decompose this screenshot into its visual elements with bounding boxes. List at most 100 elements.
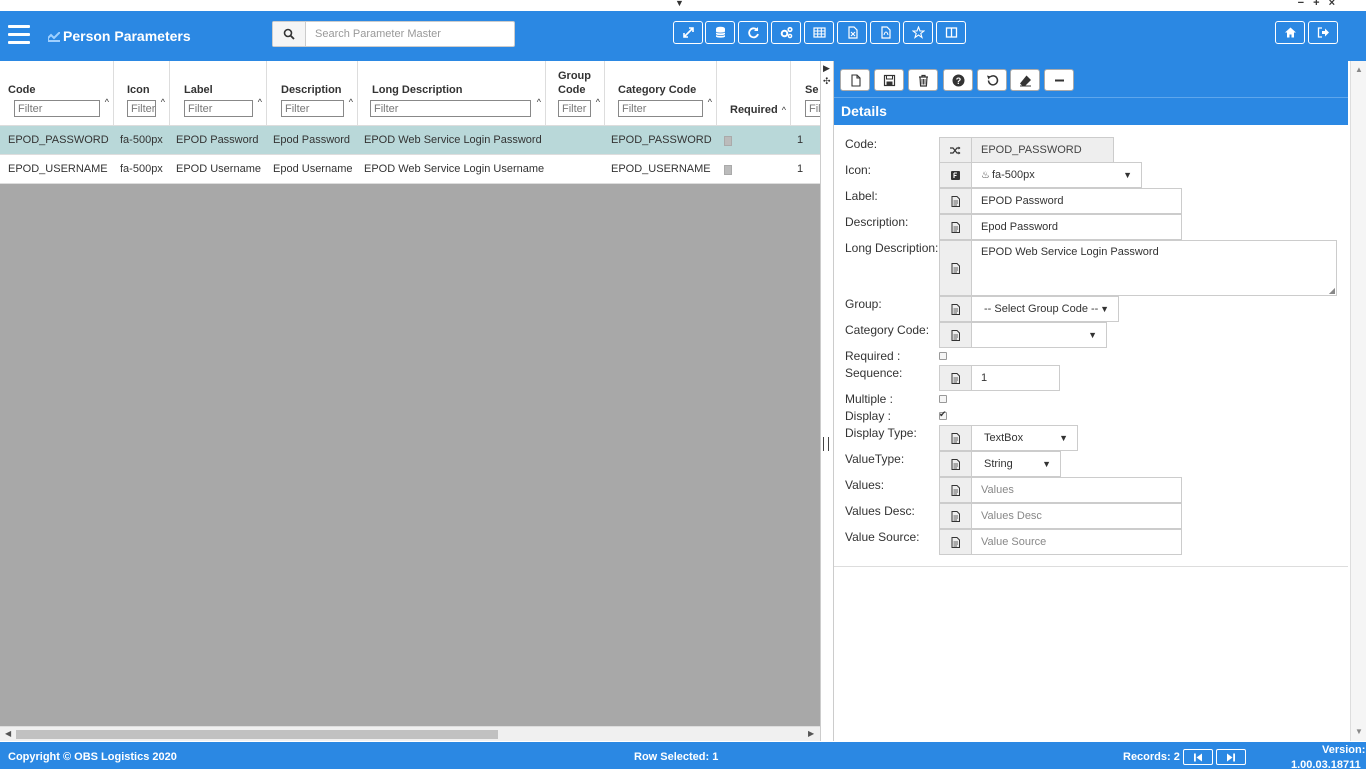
long-description-textarea[interactable]: EPOD Web Service Login Password ◢ bbox=[972, 240, 1337, 296]
filter-label[interactable] bbox=[184, 100, 253, 117]
sort-icon[interactable]: ^ bbox=[105, 97, 109, 107]
value-type-value: String bbox=[984, 458, 1013, 470]
category-code-select[interactable]: ▼ bbox=[972, 322, 1107, 348]
table-row[interactable]: EPOD_PASSWORD fa-500px EPOD Password Epo… bbox=[0, 126, 820, 155]
scroll-up-icon[interactable]: ▲ bbox=[1355, 65, 1363, 74]
column-code[interactable]: Code ^ bbox=[0, 61, 114, 126]
pin-icon[interactable]: ✣ bbox=[823, 76, 831, 87]
value-type-select[interactable]: String ▼ bbox=[972, 451, 1061, 477]
column-icon[interactable]: Icon ^ bbox=[114, 61, 170, 126]
values-input[interactable]: Values bbox=[972, 477, 1182, 503]
table-row[interactable]: EPOD_USERNAME fa-500px EPOD Username Epo… bbox=[0, 155, 820, 184]
sort-icon[interactable]: ^ bbox=[349, 97, 353, 107]
sort-icon[interactable]: ^ bbox=[596, 97, 600, 107]
filter-icon[interactable] bbox=[127, 100, 156, 117]
values-field: Values bbox=[939, 477, 1182, 503]
status-bar: Copyright © OBS Logistics 2020 Row Selec… bbox=[0, 742, 1366, 771]
group-select[interactable]: -- Select Group Code -- ▼ bbox=[972, 296, 1119, 322]
multiple-checkbox[interactable] bbox=[939, 395, 947, 403]
filter-long-description[interactable] bbox=[370, 100, 531, 117]
column-description[interactable]: Description ^ bbox=[267, 61, 358, 126]
scroll-down-icon[interactable]: ▼ bbox=[1355, 727, 1363, 736]
search-icon[interactable] bbox=[273, 22, 306, 46]
cell-required-checkbox[interactable] bbox=[724, 165, 732, 175]
scroll-right-icon[interactable]: ▶ bbox=[808, 729, 814, 738]
sort-icon[interactable]: ^ bbox=[161, 97, 165, 107]
column-required[interactable]: Required ^ bbox=[717, 61, 791, 126]
label-field: EPOD Password bbox=[939, 188, 1182, 214]
new-icon[interactable] bbox=[840, 69, 870, 91]
icon-select[interactable]: ♨ fa-500px ▼ bbox=[972, 162, 1142, 188]
value-source-label: Value Source: bbox=[845, 530, 920, 544]
window-controls[interactable]: − + × bbox=[1298, 0, 1338, 9]
column-group-code[interactable]: Group Code ^ bbox=[546, 61, 605, 126]
column-category-code[interactable]: Category Code ^ bbox=[605, 61, 717, 126]
file-export-icon[interactable] bbox=[837, 21, 867, 44]
shuffle-icon[interactable] bbox=[939, 137, 972, 163]
horizontal-scrollbar[interactable]: ◀ ▶ bbox=[0, 726, 820, 741]
menu-icon[interactable] bbox=[8, 25, 30, 45]
filter-category-code[interactable] bbox=[618, 100, 703, 117]
delete-icon[interactable] bbox=[908, 69, 938, 91]
star-icon[interactable] bbox=[903, 21, 933, 44]
filter-sequence[interactable] bbox=[805, 100, 820, 117]
save-icon[interactable] bbox=[874, 69, 904, 91]
home-icon[interactable] bbox=[1275, 21, 1305, 44]
description-input[interactable]: Epod Password bbox=[972, 214, 1182, 240]
columns-icon[interactable] bbox=[936, 21, 966, 44]
value-source-input[interactable]: Value Source bbox=[972, 529, 1182, 555]
long-description-field: EPOD Web Service Login Password ◢ bbox=[939, 240, 1337, 296]
label-input[interactable]: EPOD Password bbox=[972, 188, 1182, 214]
values-desc-input[interactable]: Values Desc bbox=[972, 503, 1182, 529]
column-sequence[interactable]: Se bbox=[791, 61, 820, 126]
sequence-input[interactable]: 1 bbox=[972, 365, 1060, 391]
expand-icon[interactable] bbox=[673, 21, 703, 44]
version-label: Version: bbox=[1322, 744, 1366, 756]
drag-handle[interactable] bbox=[823, 437, 829, 451]
cell-label: EPOD Username bbox=[176, 163, 261, 175]
cogs-icon[interactable] bbox=[771, 21, 801, 44]
file-pdf-icon[interactable] bbox=[870, 21, 900, 44]
sort-icon[interactable]: ^ bbox=[708, 97, 712, 107]
column-long-description[interactable]: Long Description ^ bbox=[358, 61, 546, 126]
required-checkbox[interactable] bbox=[939, 352, 947, 360]
column-title-description: Description bbox=[281, 84, 342, 96]
panel-splitter[interactable]: ▶ ✣ bbox=[820, 61, 834, 741]
logout-icon[interactable] bbox=[1308, 21, 1338, 44]
vertical-scrollbar[interactable]: ▲ ▼ bbox=[1350, 61, 1366, 741]
table-icon[interactable] bbox=[804, 21, 834, 44]
collapse-icon[interactable] bbox=[1044, 69, 1074, 91]
cell-required-checkbox[interactable] bbox=[724, 136, 732, 146]
display-checkbox[interactable] bbox=[939, 409, 947, 420]
first-page-icon[interactable] bbox=[1183, 749, 1213, 765]
code-input[interactable]: EPOD_PASSWORD bbox=[972, 137, 1114, 163]
sort-icon[interactable]: ^ bbox=[258, 97, 262, 107]
column-label[interactable]: Label ^ bbox=[170, 61, 267, 126]
collapse-caret[interactable]: ▼ bbox=[675, 0, 684, 8]
last-page-icon[interactable] bbox=[1216, 749, 1246, 765]
chevron-down-icon: ▼ bbox=[1088, 330, 1097, 340]
resize-handle-icon[interactable]: ◢ bbox=[1329, 286, 1335, 295]
column-title-category-code: Category Code bbox=[618, 84, 697, 96]
column-title-code: Code bbox=[8, 84, 36, 96]
database-icon[interactable] bbox=[705, 21, 735, 44]
eraser-icon[interactable] bbox=[1010, 69, 1040, 91]
display-type-select[interactable]: TextBox ▼ bbox=[972, 425, 1078, 451]
window-top-strip: ▼ − + × bbox=[0, 0, 1366, 11]
undo-icon[interactable] bbox=[977, 69, 1007, 91]
column-title-required: Required bbox=[730, 104, 778, 116]
help-icon[interactable]: ? bbox=[943, 69, 973, 91]
sort-icon[interactable]: ^ bbox=[782, 105, 786, 115]
filter-code[interactable] bbox=[14, 100, 100, 117]
scroll-left-icon[interactable]: ◀ bbox=[5, 729, 11, 738]
filter-description[interactable] bbox=[281, 100, 344, 117]
refresh-icon[interactable] bbox=[738, 21, 768, 44]
multiple-label: Multiple : bbox=[845, 392, 894, 406]
code-label: Code: bbox=[845, 137, 878, 151]
sort-icon[interactable]: ^ bbox=[537, 97, 541, 107]
scroll-thumb[interactable] bbox=[16, 730, 498, 739]
details-panel: ? Details Code: EPOD_PASSWORD Icon: ♨ fa-… bbox=[834, 61, 1350, 741]
filter-group-code[interactable] bbox=[558, 100, 591, 117]
search-input[interactable] bbox=[307, 22, 513, 46]
expand-right-icon[interactable]: ▶ bbox=[823, 63, 830, 74]
